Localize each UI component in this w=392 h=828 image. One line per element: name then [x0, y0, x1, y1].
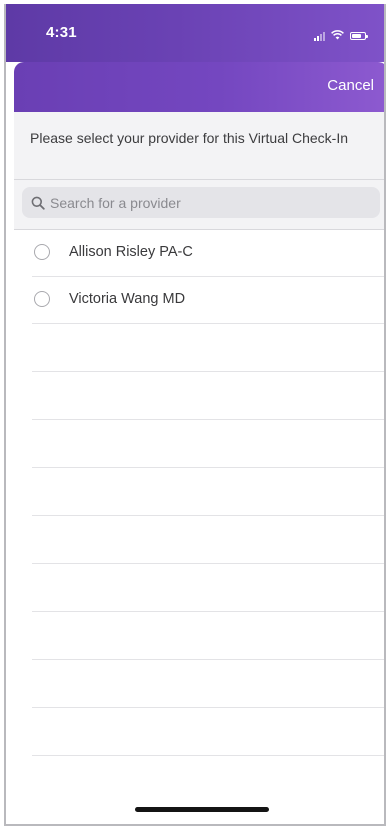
radio-unselected-icon[interactable] — [34, 291, 50, 307]
provider-name: Allison Risley PA-C — [69, 244, 193, 260]
wifi-icon — [331, 27, 344, 45]
status-time: 4:31 — [46, 24, 77, 41]
provider-option[interactable]: Allison Risley PA-C — [32, 230, 384, 277]
signal-icon — [314, 31, 325, 41]
provider-list: Allison Risley PA-C Victoria Wang MD — [14, 230, 384, 756]
home-indicator — [135, 807, 269, 812]
empty-row — [32, 564, 384, 612]
empty-row — [32, 372, 384, 420]
nav-bar: Cancel — [14, 62, 384, 112]
cancel-button[interactable]: Cancel — [327, 77, 374, 94]
empty-row — [32, 420, 384, 468]
search-input[interactable] — [50, 194, 380, 211]
search-field[interactable] — [22, 187, 380, 218]
radio-unselected-icon[interactable] — [34, 244, 50, 260]
empty-row — [32, 708, 384, 756]
prompt-section: Please select your provider for this Vir… — [14, 112, 384, 180]
provider-name: Victoria Wang MD — [69, 291, 186, 307]
search-icon — [30, 195, 45, 210]
search-section — [14, 180, 384, 230]
provider-option[interactable]: Victoria Wang MD — [32, 277, 384, 324]
status-icons — [314, 27, 368, 45]
prompt-text: Please select your provider for this Vir… — [30, 130, 348, 146]
empty-list-rows — [14, 324, 384, 756]
empty-row — [32, 516, 384, 564]
empty-row — [32, 660, 384, 708]
phone-screen: 4:31 Cancel Please select your provider … — [4, 4, 386, 826]
empty-row — [32, 612, 384, 660]
status-bar: 4:31 — [6, 4, 384, 62]
battery-icon — [350, 32, 368, 40]
empty-row — [32, 324, 384, 372]
empty-row — [32, 468, 384, 516]
